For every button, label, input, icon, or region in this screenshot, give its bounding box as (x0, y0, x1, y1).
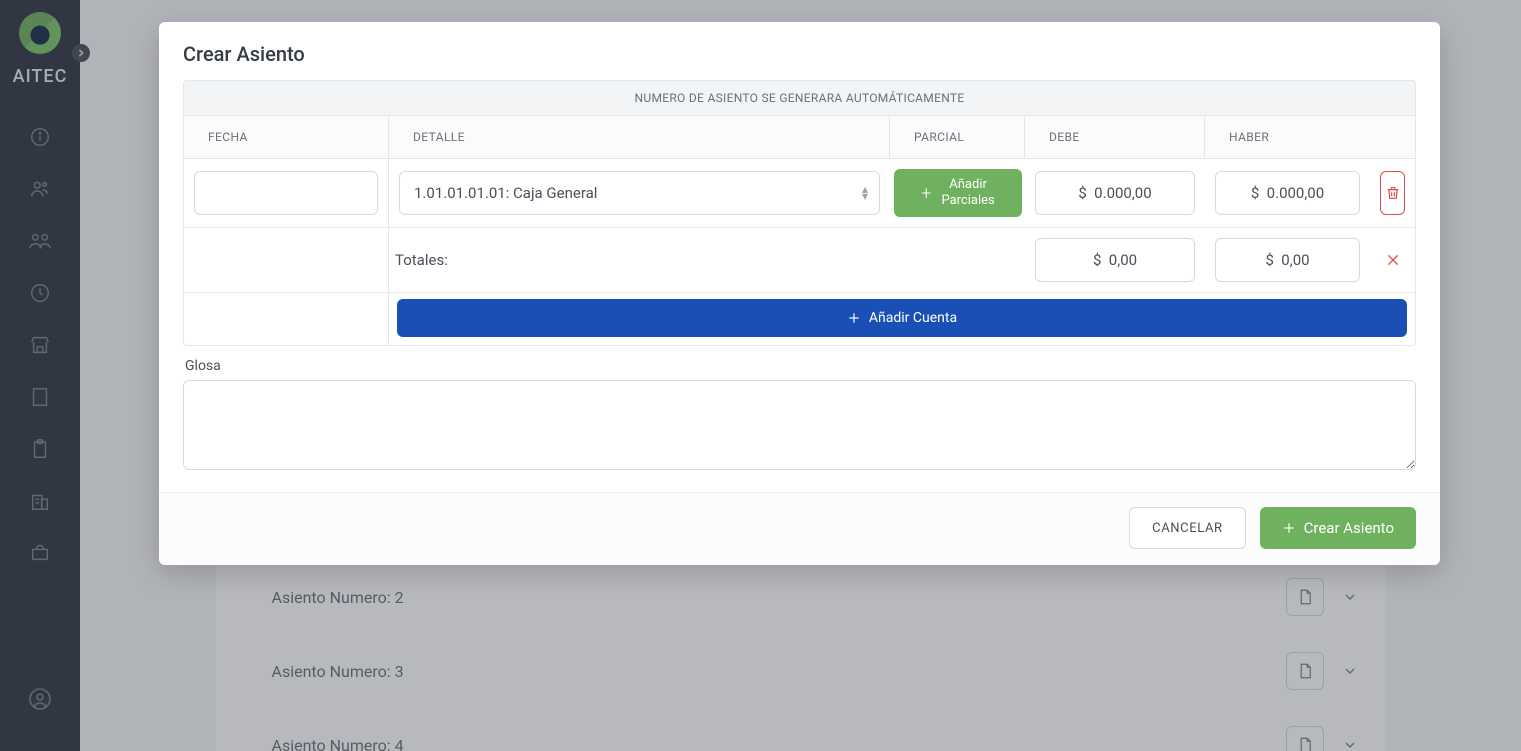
add-account-label: Añadir Cuenta (869, 310, 957, 326)
haber-input[interactable] (1215, 171, 1360, 215)
close-icon (1385, 252, 1401, 268)
parcial-btn-line1: Añadir (941, 177, 994, 193)
totals-haber (1215, 238, 1360, 282)
cancel-button[interactable]: CANCELAR (1129, 507, 1245, 549)
detalle-select[interactable] (399, 171, 880, 215)
create-asiento-modal: Crear Asiento NUMERO DE ASIENTO SE GENER… (159, 22, 1440, 565)
delete-row-button[interactable] (1380, 171, 1405, 215)
totals-label: Totales: (389, 241, 1025, 279)
col-header-fecha: FECHA (184, 116, 389, 158)
plus-icon: + (921, 183, 931, 204)
plus-icon (847, 311, 861, 325)
col-header-detalle: DETALLE (389, 116, 890, 158)
asiento-table: NUMERO DE ASIENTO SE GENERARA AUTOMÁTICA… (183, 80, 1416, 346)
select-caret-icon: ▴▾ (862, 186, 868, 200)
totals-debe (1035, 238, 1195, 282)
col-header-debe: DEBE (1025, 116, 1205, 158)
add-parciales-button[interactable]: + Añadir Parciales (894, 169, 1022, 217)
fecha-input[interactable] (194, 171, 378, 215)
glosa-textarea[interactable] (183, 380, 1416, 470)
auto-number-banner: NUMERO DE ASIENTO SE GENERARA AUTOMÁTICA… (184, 81, 1415, 116)
totals-row: Totales: (184, 228, 1415, 293)
add-account-row: Añadir Cuenta (184, 293, 1415, 345)
parcial-btn-line2: Parciales (941, 193, 994, 209)
add-account-button[interactable]: Añadir Cuenta (397, 299, 1407, 337)
col-header-parcial: PARCIAL (890, 116, 1025, 158)
table-header-row: FECHA DETALLE PARCIAL DEBE HABER (184, 116, 1415, 159)
create-asiento-label: Crear Asiento (1304, 519, 1394, 537)
glosa-label: Glosa (183, 358, 1416, 374)
clear-totals-button[interactable] (1380, 241, 1405, 279)
debe-input[interactable] (1035, 171, 1195, 215)
table-row: ▴▾ + Añadir Parciales (184, 159, 1415, 228)
col-header-haber: HABER (1205, 116, 1415, 158)
create-asiento-button[interactable]: Crear Asiento (1260, 507, 1416, 549)
plus-icon (1282, 521, 1296, 535)
modal-title: Crear Asiento (183, 42, 1416, 66)
trash-icon (1385, 185, 1401, 201)
